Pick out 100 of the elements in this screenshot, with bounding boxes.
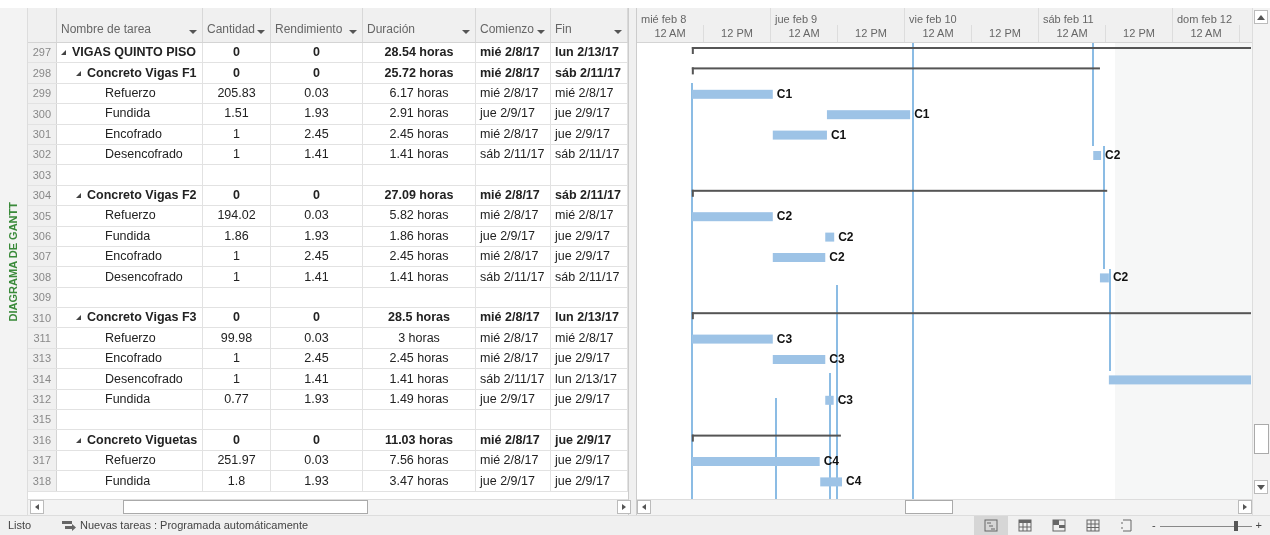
scroll-up-button[interactable] [1254, 10, 1268, 24]
table-cell-text: 2.45 horas [389, 248, 449, 266]
horizontal-scrollbar[interactable] [637, 499, 1252, 515]
task-name: Refuerzo [105, 85, 156, 103]
timescale-hour: 12 AM [637, 25, 704, 42]
table-cell-text: 1.86 [224, 227, 249, 245]
bar-label: C1 [830, 127, 847, 142]
horizontal-scrollbar[interactable] [28, 499, 628, 515]
scroll-thumb[interactable] [1254, 424, 1269, 454]
column-header[interactable]: Duración [363, 8, 476, 42]
zoom-slider[interactable] [1159, 519, 1252, 532]
table-cell-text: lun 2/13/17 [555, 309, 619, 327]
table-cell-text: 28.54 horas [384, 44, 454, 62]
zoom-out-button[interactable]: - [1151, 517, 1156, 534]
table-cell-text: 2.45 [304, 350, 329, 368]
dropdown-caret-icon[interactable] [614, 30, 622, 34]
table-cell-text: mié 2/8/17 [480, 207, 539, 225]
table-cell-text: 1.8 [227, 472, 246, 490]
bar-label: C1 [914, 107, 930, 122]
task-mode-status[interactable]: Nuevas tareas : Programada automáticamente [80, 517, 309, 534]
table-cell-text: 1 [233, 350, 240, 368]
right-arrow-icon [1243, 504, 1247, 510]
left-arrow-icon [642, 504, 646, 510]
bar-label: C2 [776, 209, 793, 224]
summary-bar[interactable] [691, 47, 1251, 54]
table-cell-text: 1.41 horas [389, 370, 449, 388]
column-header[interactable]: Nombre de tarea [57, 8, 203, 42]
table-cell-text: mié 2/8/17 [555, 85, 614, 103]
table-cell-text: 1.41 [304, 146, 329, 164]
table-cell-text: jue 2/9/17 [480, 390, 535, 408]
table-cell-text: 1 [233, 370, 240, 388]
bar-label: C2 [829, 250, 845, 264]
task-name: Concreto Vigas F1 [87, 64, 197, 82]
collapse-toggle-icon[interactable] [76, 315, 81, 321]
task-name: Refuerzo [105, 207, 156, 225]
vertical-scrollbar[interactable] [1252, 8, 1270, 515]
table-cell-text: 0.77 [224, 390, 249, 408]
timescale-hour: 12 AM [905, 25, 972, 42]
bar-label: C4 [823, 454, 839, 468]
table-cell-text: 2.45 [304, 125, 329, 143]
table-cell-text: 3.47 horas [389, 472, 449, 490]
table-cell-text: 6.17 horas [389, 85, 449, 103]
summary-bar[interactable] [691, 189, 1108, 197]
dropdown-caret-icon[interactable] [349, 30, 357, 34]
table-cell-text: jue 2/9/17 [555, 390, 610, 408]
table-cell-text: lun 2/13/17 [555, 370, 617, 388]
task-name: Concreto Viguetas [87, 431, 198, 449]
table-cell-text: 5.82 horas [389, 207, 449, 225]
collapse-toggle-icon[interactable] [76, 437, 81, 443]
table-cell-text: sáb 2/11/17 [555, 268, 620, 286]
task-name: Desencofrado [105, 146, 183, 164]
table-cell-text: 0 [233, 64, 240, 82]
scroll-left-button[interactable] [637, 500, 651, 514]
dropdown-caret-icon[interactable] [189, 30, 197, 34]
scroll-down-button[interactable] [1254, 480, 1268, 494]
status-text: Listo [7, 518, 33, 534]
table-cell-text: sáb 2/11/17 [555, 64, 622, 82]
table-cell-text: 1 [233, 125, 240, 143]
column-header[interactable]: Comienzo [476, 8, 551, 42]
table-cell-text: mié 2/8/17 [480, 187, 540, 205]
slider-thumb[interactable] [1234, 520, 1239, 531]
collapse-toggle-icon[interactable] [61, 50, 66, 56]
row-number: 300 [28, 104, 57, 124]
table-cell-text: 1.41 [304, 370, 329, 388]
dropdown-caret-icon[interactable] [537, 30, 545, 34]
up-arrow-icon [1257, 14, 1265, 20]
column-header[interactable]: Cantidad [203, 8, 271, 42]
scroll-thumb[interactable] [123, 500, 368, 514]
scroll-right-button[interactable] [617, 500, 631, 514]
left-arrow-icon [35, 504, 39, 510]
table-cell-text: sáb 2/11/17 [480, 146, 545, 164]
summary-bar[interactable] [691, 312, 1251, 320]
scroll-left-button[interactable] [30, 500, 44, 514]
table-cell-text: mié 2/8/17 [480, 248, 539, 266]
table-cell-text: mié 2/8/17 [480, 329, 539, 347]
view-label: DIAGRAMA DE GANTT [6, 201, 21, 322]
scroll-thumb[interactable] [905, 500, 953, 514]
bar-label: C3 [776, 331, 793, 346]
column-header[interactable]: Rendimiento [271, 8, 363, 42]
right-arrow-icon [622, 504, 626, 510]
dropdown-caret-icon[interactable] [257, 30, 265, 34]
collapse-toggle-icon[interactable] [76, 192, 81, 198]
row-number: 305 [28, 206, 57, 226]
table-cell-text: jue 2/9/17 [555, 350, 610, 368]
task-name: VIGAS QUINTO PISO [72, 44, 197, 62]
task-name: Encofrado [105, 125, 162, 143]
table-cell-text: 0 [313, 309, 320, 327]
table-cell-text: 1.93 [304, 227, 329, 245]
summary-bar[interactable] [691, 434, 841, 442]
table-cell-text: 1.93 [304, 390, 329, 408]
dropdown-caret-icon[interactable] [462, 30, 470, 34]
summary-bar[interactable] [691, 67, 1100, 75]
scroll-right-button[interactable] [1238, 500, 1252, 514]
new-tasks-icon [62, 519, 76, 532]
table-cell-text: 1 [233, 146, 240, 164]
collapse-toggle-icon[interactable] [76, 70, 81, 76]
table-cell-text: mié 2/8/17 [480, 44, 540, 62]
zoom-in-button[interactable]: + [1255, 517, 1262, 534]
table-cell-text: 1.51 [224, 105, 249, 123]
timescale-day: jue feb 9 [771, 8, 905, 25]
